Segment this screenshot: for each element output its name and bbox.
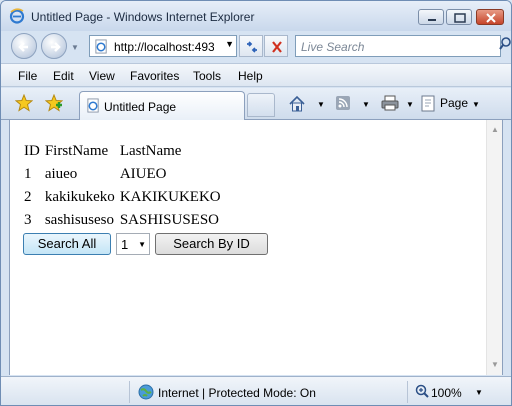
- search-by-id-button[interactable]: Search By ID: [155, 233, 268, 255]
- feeds-dropdown-icon[interactable]: ▼: [362, 100, 370, 109]
- results-table: ID FirstName LastName 1 aiueo AIUEO 2 ka…: [22, 140, 224, 232]
- stop-icon: [272, 41, 282, 53]
- cell-firstname: aiueo: [44, 165, 78, 182]
- globe-icon: [138, 384, 154, 400]
- add-favorites-icon[interactable]: [45, 94, 63, 112]
- id-select-value[interactable]: 1: [121, 237, 128, 252]
- refresh-button[interactable]: [239, 35, 263, 57]
- status-bar: Internet | Protected Mode: On 100% ▼: [1, 376, 511, 405]
- cell-id: 2: [24, 188, 32, 205]
- cell-lastname: KAKIKUKEKO: [119, 188, 221, 205]
- print-dropdown-icon[interactable]: ▼: [406, 100, 414, 109]
- scroll-up-icon[interactable]: ▲: [491, 125, 499, 134]
- address-dropdown-icon[interactable]: ▼: [225, 39, 234, 49]
- home-dropdown-icon[interactable]: ▼: [317, 100, 325, 109]
- page-menu-label[interactable]: Page: [440, 96, 468, 110]
- menu-help[interactable]: Help: [238, 69, 263, 83]
- new-tab-button[interactable]: [247, 93, 275, 117]
- table-row: 3 sashisuseso SASHISUSESO: [22, 209, 224, 232]
- maximize-button[interactable]: [446, 9, 472, 25]
- menu-view[interactable]: View: [89, 69, 115, 83]
- ie-logo-icon: [9, 8, 25, 24]
- navigation-bar: ▼ http://localhost:493 ▼ Live Search: [1, 31, 511, 61]
- header-lastname: LastName: [119, 142, 182, 159]
- header-id: ID: [24, 142, 40, 159]
- cell-id: 1: [24, 165, 32, 182]
- security-zone[interactable]: Internet | Protected Mode: On: [158, 386, 316, 400]
- search-icon[interactable]: [499, 37, 511, 51]
- cell-firstname: sashisuseso: [44, 211, 114, 228]
- status-divider: [129, 381, 130, 403]
- address-text[interactable]: http://localhost:493: [114, 40, 214, 54]
- window-title: Untitled Page - Windows Internet Explore…: [31, 10, 255, 24]
- cell-lastname: AIUEO: [119, 165, 167, 182]
- status-divider: [407, 381, 408, 403]
- minimize-button[interactable]: [418, 9, 444, 25]
- menu-bar: File Edit View Favorites Tools Help: [1, 63, 511, 87]
- vertical-scrollbar[interactable]: ▲ ▼: [486, 120, 502, 375]
- menu-tools[interactable]: Tools: [193, 69, 221, 83]
- search-all-button[interactable]: Search All: [23, 233, 111, 255]
- page-icon: [87, 98, 99, 113]
- minimize-icon: [428, 19, 436, 21]
- menu-edit[interactable]: Edit: [53, 69, 74, 83]
- back-button[interactable]: [11, 33, 37, 59]
- id-select[interactable]: 1 ▼: [116, 233, 150, 255]
- stop-button[interactable]: [264, 35, 288, 57]
- forward-button[interactable]: [41, 33, 67, 59]
- menu-favorites[interactable]: Favorites: [130, 69, 179, 83]
- tab-untitled-page[interactable]: Untitled Page: [79, 91, 245, 120]
- zoom-dropdown-icon[interactable]: ▼: [475, 388, 483, 397]
- table-header-row: ID FirstName LastName: [22, 140, 224, 163]
- address-bar[interactable]: http://localhost:493 ▼: [89, 35, 237, 57]
- page-content: ID FirstName LastName 1 aiueo AIUEO 2 ka…: [9, 120, 503, 375]
- header-firstname: FirstName: [44, 142, 109, 159]
- table-row: 1 aiueo AIUEO: [22, 163, 224, 186]
- scroll-down-icon[interactable]: ▼: [491, 360, 499, 369]
- zoom-icon[interactable]: [415, 384, 429, 398]
- close-icon: [486, 13, 496, 23]
- cell-lastname: SASHISUSESO: [119, 211, 220, 228]
- title-bar: Untitled Page - Windows Internet Explore…: [1, 1, 511, 31]
- home-icon[interactable]: [288, 95, 306, 113]
- zoom-level[interactable]: 100%: [431, 386, 462, 400]
- chevron-down-icon[interactable]: ▼: [138, 240, 146, 249]
- refresh-icon: [247, 41, 257, 53]
- browser-window: Untitled Page - Windows Internet Explore…: [0, 0, 512, 406]
- tab-toolbar: Untitled Page ▼ ▼ ▼ Page ▼: [1, 88, 511, 120]
- cell-firstname: kakikukeko: [44, 188, 115, 205]
- page-icon: [95, 39, 107, 54]
- search-box[interactable]: Live Search: [295, 35, 501, 57]
- search-placeholder[interactable]: Live Search: [301, 40, 364, 54]
- feeds-icon[interactable]: [335, 95, 351, 111]
- page-menu-icon[interactable]: [420, 95, 438, 113]
- menu-file[interactable]: File: [18, 69, 37, 83]
- maximize-icon: [454, 13, 466, 23]
- page-dropdown-icon[interactable]: ▼: [472, 100, 480, 109]
- tab-label: Untitled Page: [104, 100, 177, 114]
- history-dropdown-icon[interactable]: ▼: [71, 43, 79, 52]
- print-icon[interactable]: [381, 95, 399, 111]
- cell-id: 3: [24, 211, 32, 228]
- back-arrow-icon: [18, 42, 28, 52]
- table-row: 2 kakikukeko KAKIKUKEKO: [22, 186, 224, 209]
- forward-arrow-icon: [51, 42, 61, 52]
- favorites-star-icon[interactable]: [15, 94, 33, 112]
- close-button[interactable]: [476, 9, 504, 25]
